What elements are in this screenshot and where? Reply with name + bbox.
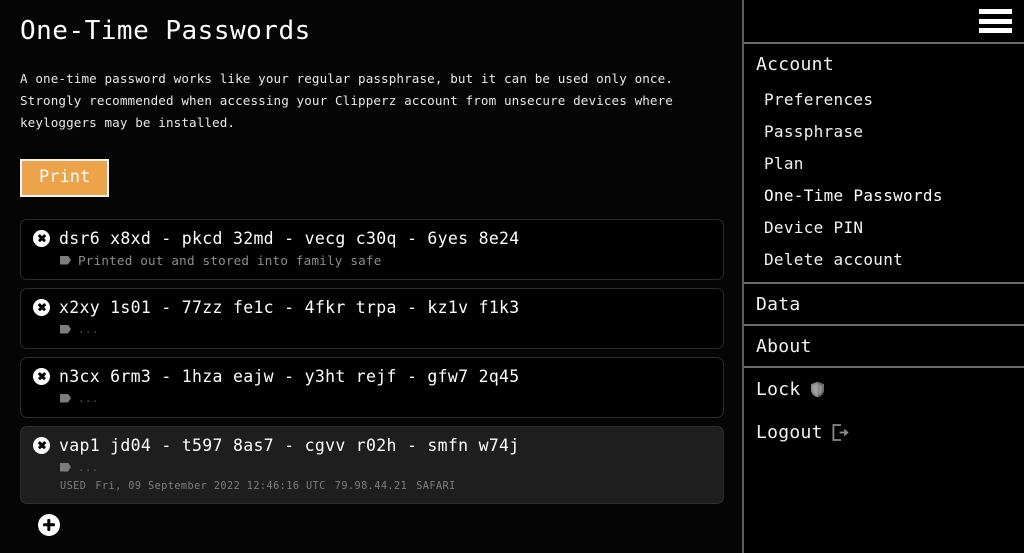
- tag-icon: [60, 462, 71, 472]
- delete-otp-icon[interactable]: [33, 298, 50, 316]
- sidebar-item-lock[interactable]: Lock: [744, 368, 1024, 411]
- otp-used-date: Fri, 09 September 2022 12:46:16 UTC: [95, 480, 326, 492]
- sidebar-section-header-account[interactable]: Account: [744, 44, 1024, 84]
- otp-row[interactable]: n3cx 6rm3 - 1hza eajw - y3ht rejf - gfw7…: [20, 356, 724, 418]
- otp-used-browser: SAFARI: [416, 480, 456, 492]
- page-title: One-Time Passwords: [20, 16, 311, 46]
- otp-main-line: vap1 jd04 - t597 8as7 - cgvv r02h - smfn…: [33, 436, 711, 455]
- otp-note-line[interactable]: ...: [33, 391, 711, 406]
- sidebar-section-account: Account Preferences Passphrase Plan One-Tim…: [744, 44, 1024, 282]
- shield-icon: [810, 381, 824, 398]
- delete-otp-icon[interactable]: [33, 229, 50, 247]
- tag-icon: [60, 255, 71, 265]
- sidebar-header: [744, 0, 1024, 44]
- otp-used-info: USED Fri, 09 September 2022 12:46:16 UTC 7…: [33, 481, 711, 492]
- sidebar-account-items: Preferences Passphrase Plan One-Time Passwo…: [744, 84, 1024, 282]
- logout-arrow-icon: [832, 424, 849, 441]
- otp-row[interactable]: x2xy 1s01 - 77zz fe1c - 4fkr trpa - kz1v…: [20, 287, 724, 349]
- tag-icon: [60, 324, 71, 334]
- otp-note-line[interactable]: Printed out and stored into family safe: [33, 253, 711, 268]
- sidebar-item-logout-label: Logout: [756, 422, 823, 443]
- otp-note-line[interactable]: ...: [33, 322, 711, 337]
- sidebar: Account Preferences Passphrase Plan One-Tim…: [742, 0, 1024, 553]
- one-time-password-list: dsr6 x8xd - pkcd 32md - vecg c30q - 6yes…: [20, 218, 724, 504]
- otp-row[interactable]: dsr6 x8xd - pkcd 32md - vecg c30q - 6yes…: [20, 218, 724, 280]
- otp-note-text: ...: [78, 460, 99, 474]
- sidebar-item-passphrase[interactable]: Passphrase: [744, 116, 1024, 148]
- sidebar-item-logout[interactable]: Logout: [744, 411, 1024, 454]
- sidebar-section-header-data[interactable]: Data: [744, 284, 1024, 324]
- otp-used-label: USED: [60, 480, 87, 492]
- tag-icon: [60, 393, 71, 403]
- delete-otp-icon[interactable]: [33, 367, 50, 385]
- otp-row[interactable]: vap1 jd04 - t597 8as7 - cgvv r02h - smfn…: [20, 425, 724, 504]
- otp-used-ip: 79.98.44.21: [334, 480, 408, 492]
- sidebar-item-preferences[interactable]: Preferences: [744, 84, 1024, 116]
- sidebar-item-lock-label: Lock: [756, 379, 801, 400]
- sidebar-item-delete-account[interactable]: Delete account: [744, 244, 1024, 276]
- otp-password-text: n3cx 6rm3 - 1hza eajw - y3ht rejf - gfw7…: [59, 366, 520, 386]
- hamburger-menu-icon[interactable]: [979, 9, 1012, 33]
- hamburger-bar: [979, 28, 1012, 33]
- otp-main-line: x2xy 1s01 - 77zz fe1c - 4fkr trpa - kz1v…: [33, 298, 711, 317]
- sidebar-item-plan[interactable]: Plan: [744, 148, 1024, 180]
- page-description: A one-time password works like your regu…: [20, 70, 673, 131]
- print-button[interactable]: Print: [20, 158, 110, 197]
- sidebar-item-device-pin[interactable]: Device PIN: [744, 212, 1024, 244]
- hamburger-bar: [979, 9, 1012, 14]
- otp-note-text: ...: [78, 322, 99, 336]
- otp-note-text: Printed out and stored into family safe: [78, 252, 382, 268]
- otp-password-text: x2xy 1s01 - 77zz fe1c - 4fkr trpa - kz1v…: [59, 297, 520, 317]
- add-one-time-password-button[interactable]: [38, 513, 60, 536]
- otp-password-text: dsr6 x8xd - pkcd 32md - vecg c30q - 6yes…: [59, 228, 520, 248]
- otp-main-line: dsr6 x8xd - pkcd 32md - vecg c30q - 6yes…: [33, 229, 711, 248]
- main-content-panel: One-Time Passwords A one-time password w…: [0, 0, 742, 553]
- application-window: One-Time Passwords A one-time password w…: [0, 0, 1024, 553]
- delete-otp-icon[interactable]: [33, 436, 50, 454]
- otp-note-text: ...: [78, 391, 99, 405]
- otp-note-line[interactable]: ...: [33, 460, 711, 475]
- sidebar-item-one-time-passwords[interactable]: One-Time Passwords: [744, 180, 1024, 212]
- hamburger-bar: [979, 18, 1012, 24]
- otp-password-text: vap1 jd04 - t597 8as7 - cgvv r02h - smfn…: [59, 435, 520, 455]
- otp-main-line: n3cx 6rm3 - 1hza eajw - y3ht rejf - gfw7…: [33, 367, 711, 386]
- sidebar-section-header-about[interactable]: About: [744, 326, 1024, 366]
